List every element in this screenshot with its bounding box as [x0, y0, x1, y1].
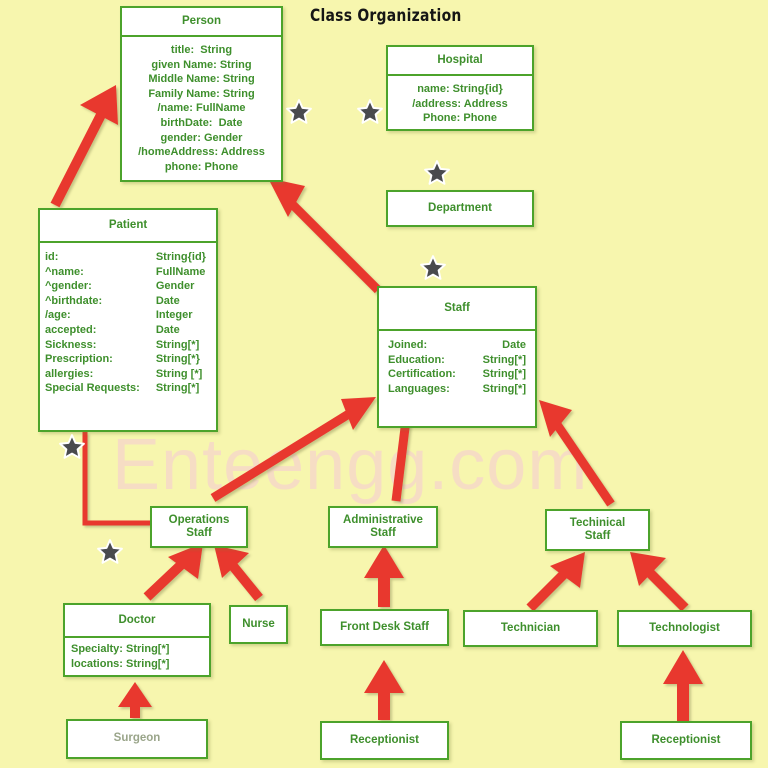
class-name-line-1: Techinical: [569, 517, 626, 529]
class-name-front-desk-staff: Front Desk Staff: [340, 621, 429, 633]
class-name-line-2: Staff: [370, 527, 396, 539]
class-attributes-staff: Joined: Date Education: String[*] Certific…: [379, 331, 535, 403]
attribute-row: Phone: Phone: [423, 112, 497, 125]
arrow-doctor-to-operations-staff: [143, 543, 203, 601]
attribute-row: phone: Phone: [164, 160, 239, 173]
class-box-receptionist-tech[interactable]: Receptionist: [620, 721, 752, 760]
class-box-department[interactable]: Department: [386, 190, 534, 227]
star-badge-icon: [357, 99, 383, 124]
attribute-row: Sickness: String[*]: [45, 338, 200, 351]
attribute-row: allergies: String [*]: [45, 367, 203, 380]
attribute-row: given Name: String: [151, 58, 252, 71]
class-name-administrative-staff: Administrative Staff: [330, 508, 436, 547]
attribute-row: accepted: Date: [45, 323, 180, 336]
arrow-operations-staff-to-staff: [210, 397, 376, 502]
class-box-operations-staff[interactable]: Operations Staff: [150, 506, 248, 548]
class-name-technical-staff: Techinical Staff: [547, 511, 648, 550]
class-name-person: Person: [122, 8, 281, 37]
attribute-row: /homeAddress: Address: [138, 146, 265, 159]
arrow-technician-to-technical-staff: [526, 552, 585, 612]
attribute-row: Special Requests: String[*]: [45, 382, 200, 395]
star-badge-icon: [97, 539, 123, 564]
class-name-nurse: Nurse: [242, 618, 275, 630]
attribute-row: Joined: Date: [388, 339, 526, 351]
arrow-front-desk-to-administrative-staff: [364, 545, 404, 607]
arrow-staff-to-person: [268, 178, 382, 294]
class-name-line-1: Administrative: [343, 514, 423, 526]
arrow-patient-to-person: [50, 85, 118, 208]
attribute-row: Languages: String[*]: [388, 382, 526, 395]
class-name-receptionist-tech: Receptionist: [651, 734, 721, 746]
arrow-technical-staff-to-staff: [539, 400, 615, 507]
attribute-row: Prescription: String[*}: [45, 353, 200, 366]
class-box-nurse[interactable]: Nurse: [229, 605, 288, 644]
class-box-surgeon[interactable]: Surgeon: [66, 719, 208, 759]
class-name-staff: Staff: [379, 288, 535, 331]
arrow-receptionist-to-front-desk: [364, 660, 404, 720]
attribute-row: /name: FullName: [157, 102, 246, 115]
attribute-row: ^birthdate: Date: [45, 294, 180, 307]
attribute-row: birthDate: Date: [160, 116, 243, 129]
attribute-row: /age: Integer: [45, 309, 193, 322]
attribute-row: name: String{id}: [417, 83, 503, 95]
class-name-surgeon: Surgeon: [113, 732, 161, 744]
class-box-technician[interactable]: Technician: [463, 610, 598, 647]
arrow-surgeon-to-doctor: [118, 682, 152, 718]
attribute-row: title: String: [170, 44, 233, 56]
class-box-person[interactable]: Person title: String given Name: String …: [120, 6, 283, 182]
class-attributes-patient: id: String{id} ^name: FullName ^gender: Gen…: [40, 243, 216, 403]
attribute-row: gender: Gender: [160, 131, 243, 144]
attribute-row: ^gender: Gender: [45, 280, 195, 293]
star-badge-icon: [286, 99, 312, 124]
attribute-row: locations: String[*]: [71, 657, 170, 670]
attribute-row: Certification: String[*]: [388, 368, 526, 381]
attribute-row: Specialty: String[*]: [71, 643, 170, 655]
class-box-hospital[interactable]: Hospital name: String{id} /address: Addr…: [386, 45, 534, 131]
class-name-receptionist-admin: Receptionist: [349, 734, 419, 746]
class-name-patient: Patient: [40, 210, 216, 243]
class-name-line-1: Operations: [168, 514, 230, 526]
class-box-front-desk-staff[interactable]: Front Desk Staff: [320, 609, 449, 646]
class-name-doctor: Doctor: [65, 605, 209, 638]
class-name-line-2: Staff: [186, 527, 212, 539]
class-box-administrative-staff[interactable]: Administrative Staff: [328, 506, 438, 548]
class-attributes-person: title: String given Name: String Middle …: [122, 37, 281, 180]
attribute-row: ^name: FullName: [45, 265, 206, 278]
class-box-technical-staff[interactable]: Techinical Staff: [545, 509, 650, 551]
attribute-row: Education: String[*]: [388, 353, 526, 366]
class-box-staff[interactable]: Staff Joined: Date Education: String[*] Ce…: [377, 286, 537, 428]
class-attributes-doctor: Specialty: String[*] locations: String[*…: [65, 638, 209, 675]
attribute-row: /address: Address: [412, 97, 508, 110]
class-diagram-canvas: Enteengg.com Class Organization Person t…: [0, 0, 768, 768]
class-box-patient[interactable]: Patient id: String{id} ^name: FullName ^ge…: [38, 208, 218, 432]
arrow-receptionist-to-technologist: [663, 650, 703, 722]
arrow-nurse-to-operations-staff: [214, 545, 263, 602]
class-box-technologist[interactable]: Technologist: [617, 610, 752, 647]
star-badge-icon: [424, 160, 450, 185]
class-name-technician: Technician: [500, 622, 561, 634]
class-box-doctor[interactable]: Doctor Specialty: String[*] locations: S…: [63, 603, 211, 677]
class-name-department: Department: [428, 202, 492, 214]
attribute-row: Family Name: String: [148, 87, 255, 100]
class-name-operations-staff: Operations Staff: [152, 508, 246, 547]
attribute-row: Middle Name: String: [148, 73, 255, 86]
arrow-technologist-to-technical-staff: [630, 552, 689, 612]
class-attributes-hospital: name: String{id} /address: Address Phone…: [388, 76, 532, 132]
class-name-hospital: Hospital: [388, 47, 532, 76]
class-name-line-2: Staff: [584, 530, 611, 542]
star-badge-icon: [59, 434, 85, 459]
star-badge-icon: [420, 255, 446, 280]
class-name-technologist: Technologist: [649, 622, 720, 634]
attribute-row: id: String{id}: [45, 251, 206, 263]
link-patient-operations-staff: [82, 432, 152, 526]
class-box-receptionist-admin[interactable]: Receptionist: [320, 721, 449, 760]
